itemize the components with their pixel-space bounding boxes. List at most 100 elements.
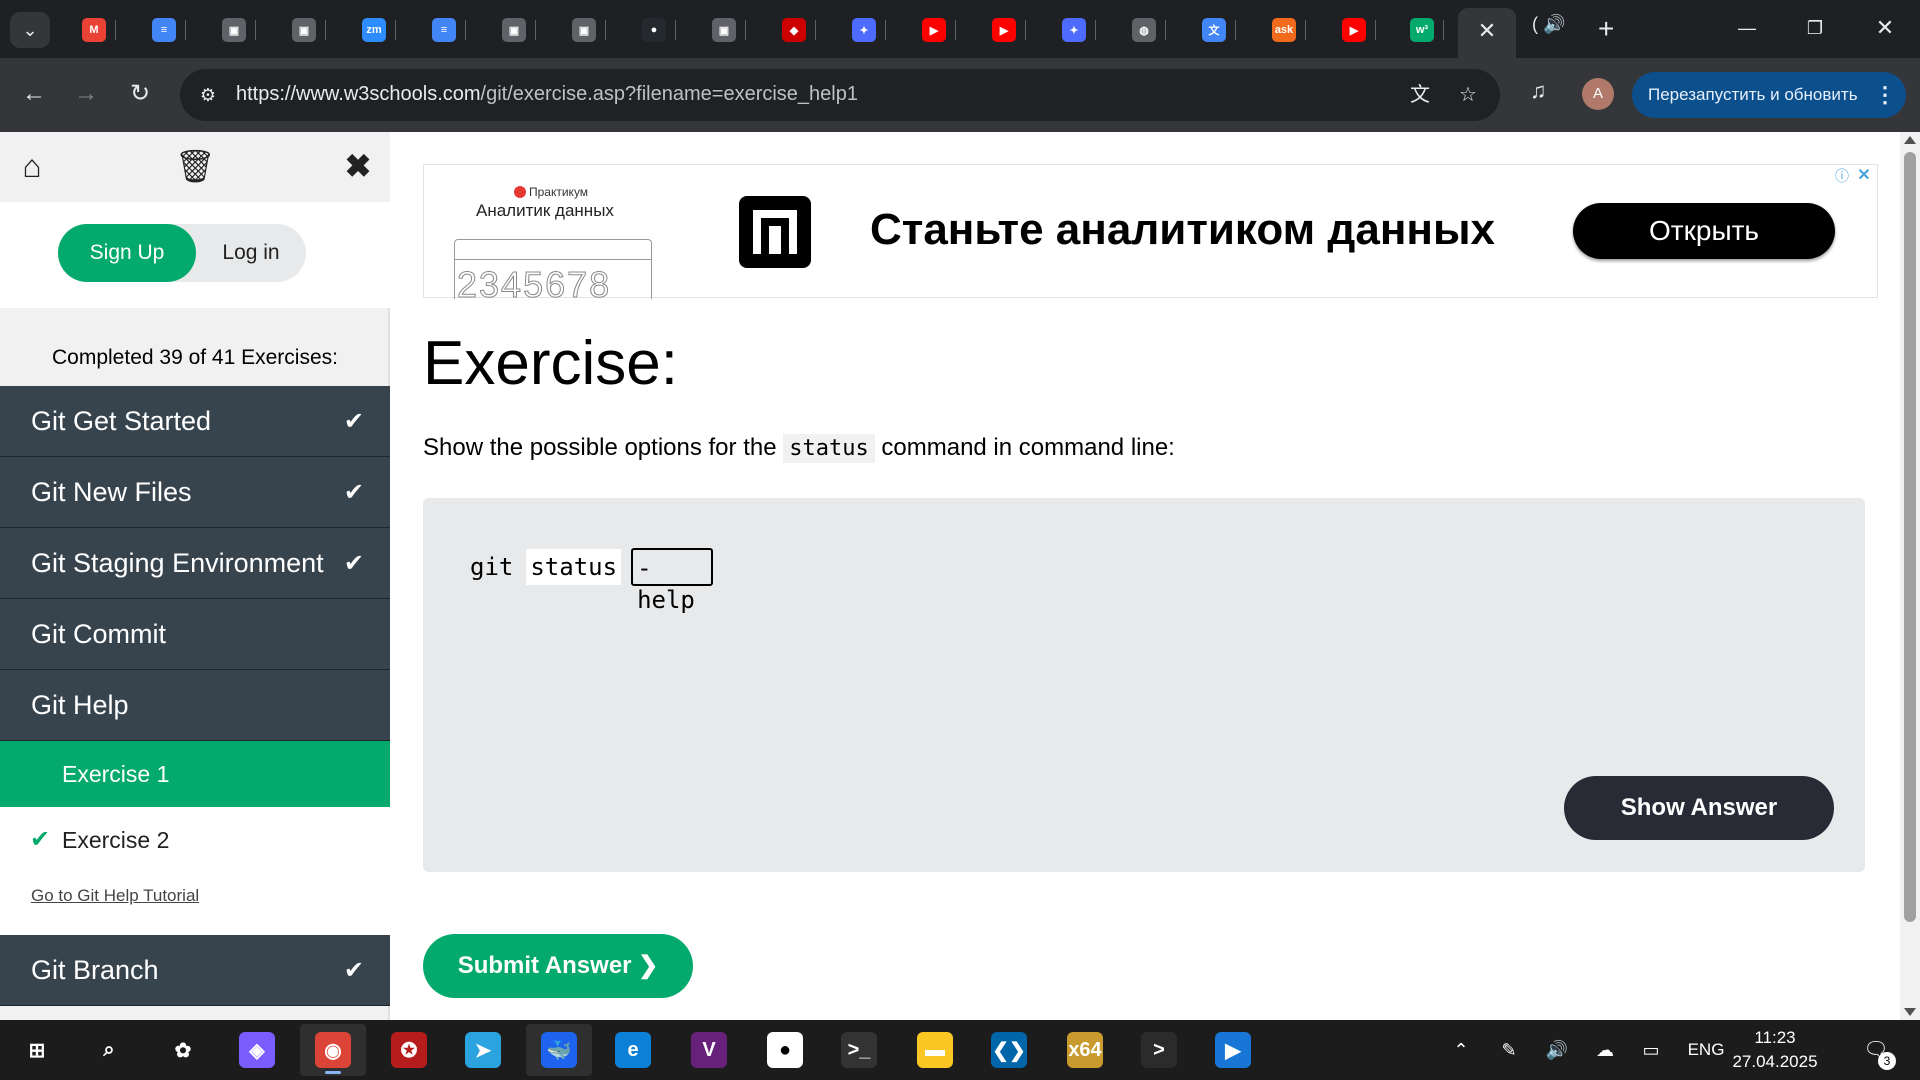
taskbar-app[interactable]: ➤ — [450, 1024, 516, 1076]
scrollbar-thumb[interactable] — [1904, 152, 1916, 922]
answer-input[interactable]: -help — [631, 548, 714, 614]
taskbar-app[interactable]: >_ — [826, 1024, 892, 1076]
browser-tab[interactable]: ✦ — [840, 10, 886, 50]
notification-center[interactable]: 🗨 3 — [1856, 1034, 1896, 1070]
chapter-label: Git Get Started — [31, 406, 212, 436]
tab-separator — [1165, 20, 1166, 40]
browser-tab[interactable]: w³ — [1398, 10, 1444, 50]
browser-tab[interactable]: zm — [350, 10, 396, 50]
browser-tab[interactable]: ▶ — [980, 10, 1026, 50]
taskbar-app[interactable]: x64 — [1052, 1024, 1118, 1076]
taskbar-app[interactable]: V — [676, 1024, 742, 1076]
more-menu-icon[interactable]: ⋮ — [1874, 72, 1896, 118]
active-tab-close-button[interactable]: ✕ — [1458, 8, 1516, 58]
edge-icon: e — [615, 1032, 651, 1068]
page-scrollbar[interactable] — [1900, 132, 1920, 1020]
chapter-git-branch[interactable]: Git Branch ✔ — [0, 935, 390, 1006]
tab-separator — [535, 20, 536, 40]
tab-separator — [185, 20, 186, 40]
taskbar-app[interactable]: ✪ — [376, 1024, 442, 1076]
minimize-button[interactable]: — — [1724, 8, 1770, 48]
taskbar-app[interactable]: ⊞ — [4, 1024, 70, 1076]
browser-tab[interactable]: ▶ — [910, 10, 956, 50]
system-clock[interactable]: 11:23 27.04.2025 — [1720, 1026, 1830, 1074]
browser-tab[interactable]: ≡ — [420, 10, 466, 50]
browser-tab[interactable]: ◍ — [1120, 10, 1166, 50]
pen-icon[interactable]: ✎ — [1494, 1020, 1524, 1080]
taskbar-app[interactable]: 🐳 — [526, 1024, 592, 1076]
browser-tab[interactable]: ▣ — [210, 10, 256, 50]
browser-tab[interactable]: ▣ — [700, 10, 746, 50]
exercise-1-item[interactable]: Exercise 1 — [0, 741, 390, 807]
url-text[interactable]: https://www.w3schools.com/git/exercise.a… — [236, 83, 858, 106]
close-icon[interactable]: ✖ — [338, 146, 378, 186]
youtube-icon: ▶ — [992, 18, 1016, 42]
ad-info-icon[interactable]: ⓘ — [1833, 167, 1851, 185]
media-controls-icon[interactable]: ♫ — [1530, 78, 1547, 104]
tab-separator — [605, 20, 606, 40]
taskbar-app[interactable]: ✿ — [150, 1024, 216, 1076]
volume-icon[interactable]: 🔊 — [1542, 1020, 1572, 1080]
browser-tab[interactable]: ▶ — [1330, 10, 1376, 50]
chevron-up-icon[interactable]: ⌃ — [1446, 1020, 1476, 1080]
chapter-git-staging-environment[interactable]: Git Staging Environment ✔ — [0, 528, 390, 599]
profile-avatar[interactable]: A — [1582, 78, 1614, 110]
back-button[interactable]: ← — [16, 76, 52, 112]
reload-button[interactable]: ↻ — [122, 76, 158, 112]
translate-icon[interactable]: 文 — [1406, 81, 1434, 109]
browser-tab[interactable]: ◆ — [770, 10, 816, 50]
window-close-button[interactable]: ✕ — [1862, 8, 1908, 48]
relaunch-button[interactable]: Перезапустить и обновить ⋮ — [1632, 72, 1906, 118]
taskbar-app[interactable]: ▬ — [902, 1024, 968, 1076]
browser-tab[interactable]: ▣ — [560, 10, 606, 50]
taskbar-app[interactable]: > — [1126, 1024, 1192, 1076]
ad-close-icon[interactable]: ✕ — [1855, 167, 1873, 185]
restore-button[interactable]: ❐ — [1792, 8, 1838, 48]
taskbar-app[interactable]: ⌕ — [76, 1024, 142, 1076]
browser-tab[interactable]: ✦ — [1050, 10, 1096, 50]
battery-icon[interactable]: ▭ — [1636, 1020, 1666, 1080]
code-line: git status -help — [467, 548, 714, 614]
browser-tab[interactable]: ask — [1260, 10, 1306, 50]
exercise-2-item[interactable]: ✔ Exercise 2 — [0, 807, 390, 873]
forward-button[interactable]: → — [68, 76, 104, 112]
chapter-label: Git Help — [31, 690, 129, 720]
address-bar[interactable]: ⚙ https://www.w3schools.com/git/exercise… — [180, 69, 1500, 121]
go-to-tutorial-link[interactable]: Go to Git Help Tutorial — [31, 886, 199, 905]
ad-banner[interactable]: Практикум Аналитик данных 2345678 Станьт… — [423, 164, 1878, 299]
browser-tab[interactable]: ▣ — [490, 10, 536, 50]
url-host: https://www.w3schools.com — [236, 83, 481, 105]
bookmark-star-icon[interactable]: ☆ — [1454, 81, 1482, 109]
site-info-icon[interactable]: ⚙ — [194, 81, 222, 109]
signup-button[interactable]: Sign Up — [58, 224, 196, 282]
taskbar-app[interactable]: ❮❯ — [976, 1024, 1042, 1076]
taskbar-app[interactable]: e — [600, 1024, 666, 1076]
chapter-git-new-files[interactable]: Git New Files ✔ — [0, 457, 390, 528]
taskbar-app[interactable]: ◉ — [300, 1024, 366, 1076]
browser-tab[interactable]: ≡ — [140, 10, 186, 50]
scroll-up-arrow-icon[interactable] — [1904, 136, 1916, 144]
trash-icon[interactable]: 🗑 — [175, 146, 216, 186]
chatgpt-icon: ✿ — [165, 1032, 201, 1068]
chapter-git-commit[interactable]: Git Commit — [0, 599, 390, 670]
taskbar-app[interactable]: ▶ — [1200, 1024, 1266, 1076]
tab-search-button[interactable]: ⌄ — [10, 12, 50, 48]
browser-tab[interactable]: M — [70, 10, 116, 50]
taskbar-app[interactable]: ◈ — [224, 1024, 290, 1076]
browser-tab[interactable]: ▣ — [280, 10, 326, 50]
show-answer-button[interactable]: Show Answer — [1564, 776, 1834, 840]
submit-answer-button[interactable]: Submit Answer ❯ — [423, 934, 693, 998]
chapter-git-help[interactable]: Git Help — [0, 670, 390, 741]
browser-tab[interactable]: 文 — [1190, 10, 1236, 50]
chapter-git-get-started[interactable]: Git Get Started ✔ — [0, 386, 390, 457]
browser-tab[interactable]: ● — [630, 10, 676, 50]
media-player-icon: ▶ — [1215, 1032, 1251, 1068]
home-icon[interactable]: ⌂ — [12, 146, 52, 186]
scroll-down-arrow-icon[interactable] — [1904, 1008, 1916, 1016]
ad-open-button[interactable]: Открыть — [1573, 203, 1835, 259]
login-button[interactable]: Log in — [196, 224, 306, 282]
onedrive-icon[interactable]: ☁ — [1590, 1020, 1620, 1080]
new-tab-button[interactable]: + — [1598, 10, 1614, 48]
audio-tab[interactable]: ( 🔊 — [1532, 14, 1565, 35]
taskbar-app[interactable]: ● — [752, 1024, 818, 1076]
